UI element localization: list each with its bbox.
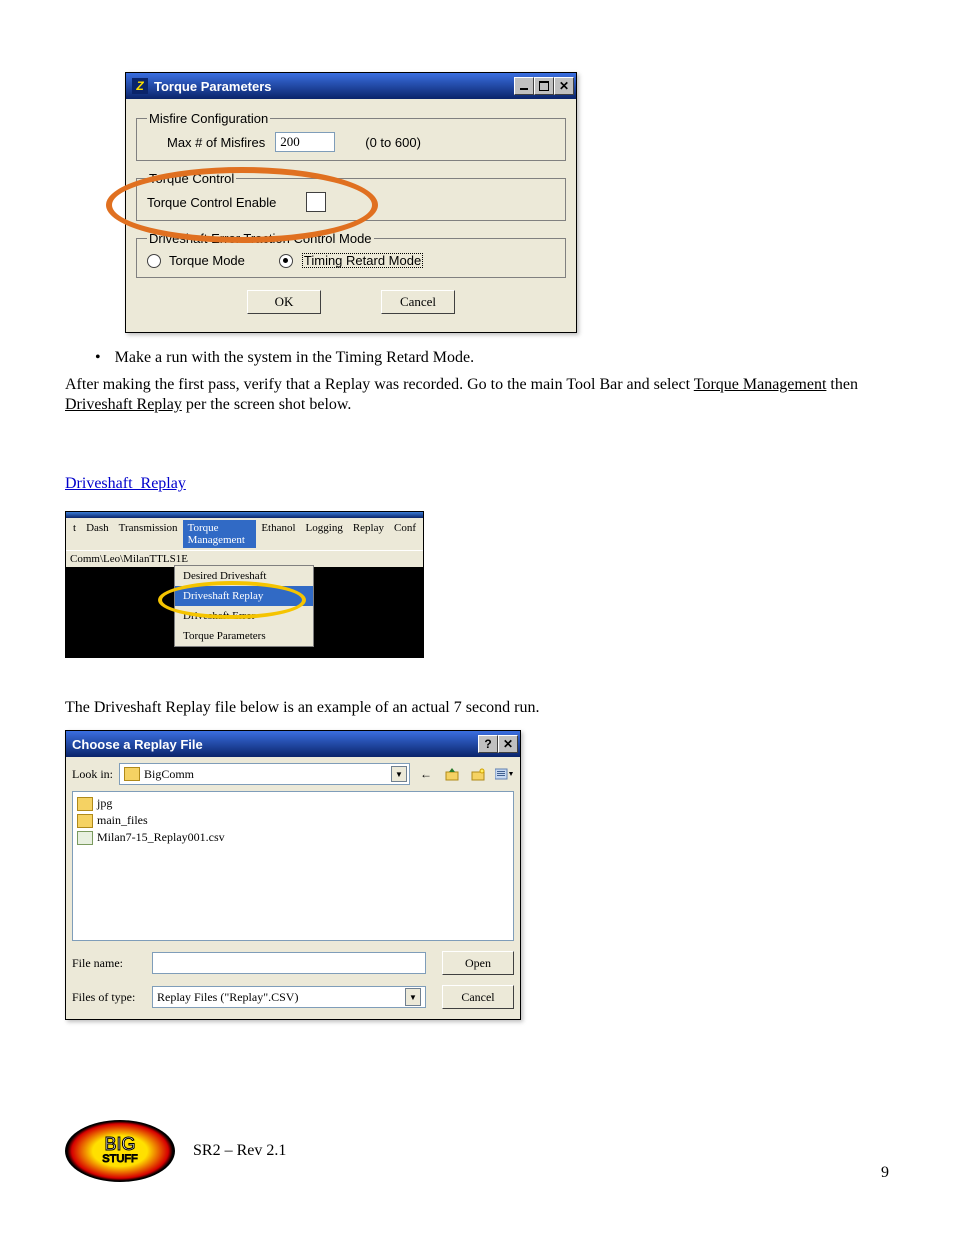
files-of-type-value: Replay Files ("Replay".CSV) xyxy=(157,990,298,1005)
help-button[interactable]: ? xyxy=(478,735,498,753)
range-hint: (0 to 600) xyxy=(365,135,421,150)
folder-icon xyxy=(77,814,93,828)
dropdown-item[interactable]: Driveshaft Error xyxy=(175,606,313,626)
csv-file-icon xyxy=(77,831,93,845)
dropdown-arrow-icon[interactable]: ▼ xyxy=(405,988,421,1006)
group-legend: Driveshaft Error Traction Control Mode xyxy=(147,231,374,246)
paragraph-replay-file-example: The Driveshaft Replay file below is an e… xyxy=(65,698,889,718)
titlebar-text: Torque Parameters xyxy=(154,79,272,94)
close-button[interactable]: ✕ xyxy=(498,735,518,753)
dropdown-item[interactable]: Torque Parameters xyxy=(175,626,313,646)
menu-item[interactable]: t xyxy=(68,520,81,548)
choose-replay-file-dialog: Choose a Replay File ? ✕ Look in: BigCom… xyxy=(65,730,521,1020)
torque-mode-radio[interactable] xyxy=(147,254,161,268)
menu-bar: t Dash Transmission Torque Management Et… xyxy=(66,518,423,550)
menu-item[interactable]: Dash xyxy=(81,520,114,548)
menu-item[interactable]: Logging xyxy=(301,520,348,548)
view-menu-icon[interactable] xyxy=(494,764,514,784)
paragraph-replay-instructions: After making the first pass, verify that… xyxy=(65,375,889,415)
titlebar-text: Choose a Replay File xyxy=(72,737,203,752)
dropdown-arrow-icon[interactable]: ▼ xyxy=(391,766,407,782)
look-in-value: BigComm xyxy=(144,767,194,782)
back-icon[interactable]: ← xyxy=(416,764,436,784)
dropdown-menu: Desired Driveshaft Driveshaft Replay Dri… xyxy=(174,565,314,647)
new-folder-icon[interactable] xyxy=(468,764,488,784)
max-misfires-label: Max # of Misfires xyxy=(167,135,265,150)
bullet-icon: • xyxy=(95,349,101,367)
torque-control-enable-checkbox[interactable] xyxy=(306,192,326,212)
menu-item[interactable]: Ethanol xyxy=(256,520,300,548)
torque-control-group: Torque Control Torque Control Enable xyxy=(136,171,566,221)
maximize-button[interactable] xyxy=(534,77,554,95)
timing-retard-mode-radio[interactable] xyxy=(279,254,293,268)
dark-area: Desired Driveshaft Driveshaft Replay Dri… xyxy=(66,567,423,657)
look-in-combo[interactable]: BigComm ▼ xyxy=(119,763,410,785)
menu-item[interactable]: Replay xyxy=(348,520,389,548)
look-in-label: Look in: xyxy=(72,767,113,782)
svg-text:Z: Z xyxy=(135,79,144,93)
up-one-level-icon[interactable] xyxy=(442,764,462,784)
close-button[interactable]: ✕ xyxy=(554,77,574,95)
minimize-button[interactable] xyxy=(514,77,534,95)
torque-mode-label: Torque Mode xyxy=(169,253,245,268)
dropdown-item-selected[interactable]: Driveshaft Replay xyxy=(175,586,313,606)
list-item[interactable]: Milan7-15_Replay001.csv xyxy=(77,830,509,845)
torque-control-enable-label: Torque Control Enable xyxy=(147,195,276,210)
max-misfires-input[interactable] xyxy=(275,132,335,152)
driveshaft-error-mode-group: Driveshaft Error Traction Control Mode T… xyxy=(136,231,566,278)
dropdown-item[interactable]: Desired Driveshaft xyxy=(175,566,313,586)
files-of-type-combo[interactable]: Replay Files ("Replay".CSV) ▼ xyxy=(152,986,426,1008)
file-name-label: File name: xyxy=(72,956,142,971)
titlebar: Choose a Replay File ? ✕ xyxy=(66,731,520,757)
group-legend: Misfire Configuration xyxy=(147,111,270,126)
titlebar: Z Torque Parameters ✕ xyxy=(126,73,576,99)
menu-item-active[interactable]: Torque Management xyxy=(183,520,257,548)
page-label: SR2 – Rev 2.1 xyxy=(193,1142,286,1160)
menu-item[interactable]: Conf xyxy=(389,520,421,548)
cancel-button[interactable]: Cancel xyxy=(442,985,514,1009)
page-number: 9 xyxy=(881,1164,889,1182)
group-legend: Torque Control xyxy=(147,171,236,186)
files-of-type-label: Files of type: xyxy=(72,990,142,1005)
open-button[interactable]: Open xyxy=(442,951,514,975)
folder-icon xyxy=(77,797,93,811)
file-name-input[interactable] xyxy=(152,952,426,974)
list-item[interactable]: main_files xyxy=(77,813,509,828)
misfire-configuration-group: Misfire Configuration Max # of Misfires … xyxy=(136,111,566,161)
menu-strip-screenshot: t Dash Transmission Torque Management Et… xyxy=(65,511,424,658)
menu-item[interactable]: Transmission xyxy=(114,520,183,548)
timing-retard-mode-label: Timing Retard Mode xyxy=(301,252,424,269)
torque-parameters-dialog: Z Torque Parameters ✕ Misfire Configurat… xyxy=(125,72,577,333)
folder-icon xyxy=(124,767,140,781)
section-heading-driveshaft-replay: Driveshaft_Replay xyxy=(65,475,889,493)
ok-button[interactable]: OK xyxy=(247,290,321,314)
bullet-text: Make a run with the system in the Timing… xyxy=(115,349,475,367)
list-item[interactable]: jpg xyxy=(77,796,509,811)
bigstuff-logo: BIGSTUFF xyxy=(65,1120,175,1182)
file-list[interactable]: jpg main_files Milan7-15_Replay001.csv xyxy=(72,791,514,941)
cancel-button[interactable]: Cancel xyxy=(381,290,455,314)
app-icon: Z xyxy=(132,78,148,94)
